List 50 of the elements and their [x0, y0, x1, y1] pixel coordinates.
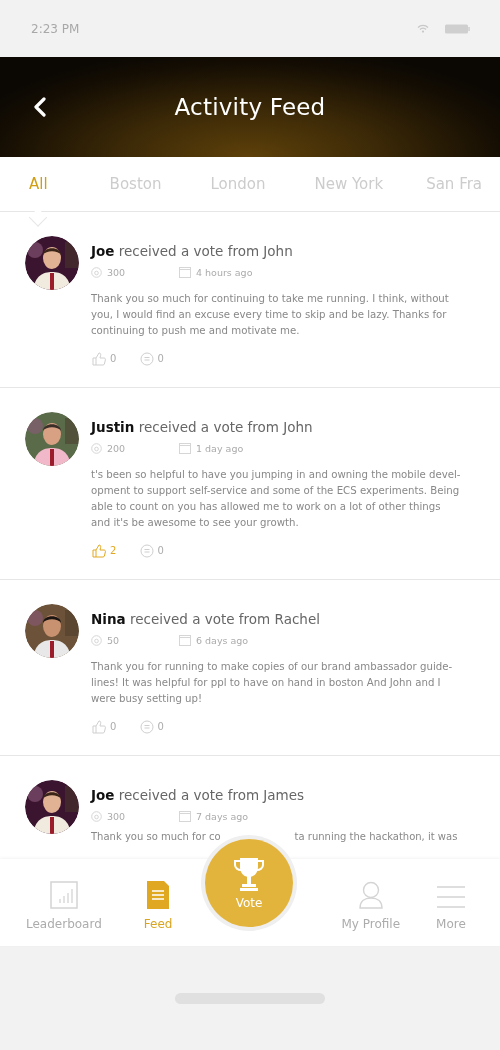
- post-headline: Joe received a vote from James: [91, 786, 306, 804]
- points-icon: [91, 266, 102, 278]
- nav-tab[interactable]: My Profile: [341, 879, 401, 931]
- post-time: 4 hours ago: [196, 266, 253, 278]
- comment-button[interactable]: 0: [140, 351, 164, 366]
- calendar-icon: [179, 634, 191, 646]
- post-headline: Joe received a vote from John: [91, 242, 294, 260]
- points-count: 300: [107, 266, 126, 278]
- person-icon: [358, 881, 383, 909]
- post-headline: Justin received a vote from John: [91, 418, 314, 436]
- back-icon[interactable]: [33, 97, 47, 117]
- document-icon: [147, 881, 170, 909]
- comment-icon: [140, 543, 155, 558]
- thumbs-up-icon: [91, 719, 107, 734]
- post-message: Thank you for running to make copies of our brand ambassador guide- lines! It was helpful for ppl to have on hand in boston And John and I were busy setting up!: [91, 660, 454, 706]
- post-time: 7 days ago: [196, 810, 249, 822]
- calendar-icon: [179, 266, 191, 278]
- post-time: 6 days ago: [196, 634, 249, 646]
- points-count: 200: [107, 442, 126, 454]
- calendar-icon: [179, 810, 191, 822]
- like-button[interactable]: 0: [91, 719, 117, 734]
- screen-title: Activity Feed: [174, 94, 326, 120]
- points-count: 300: [107, 810, 126, 822]
- points-icon: [91, 442, 102, 454]
- points-count: 50: [107, 634, 120, 646]
- comment-icon: [140, 351, 155, 366]
- comment-button[interactable]: 0: [140, 719, 164, 734]
- comment-button[interactable]: 0: [140, 543, 164, 558]
- thumbs-up-icon: [91, 351, 107, 366]
- nav-tab[interactable]: More: [436, 879, 466, 931]
- thumbs-up-icon: [91, 543, 107, 558]
- status-time: 2:23 PM: [31, 21, 80, 36]
- trophy-icon: [234, 856, 264, 893]
- like-button[interactable]: 2: [91, 543, 117, 558]
- bar-chart-icon: [49, 881, 78, 909]
- comment-icon: [140, 719, 155, 734]
- points-icon: [91, 634, 102, 646]
- like-button[interactable]: 0: [91, 351, 117, 366]
- post-headline: Nina received a vote from Rachel: [91, 610, 321, 628]
- menu-icon: [436, 885, 465, 909]
- post-message: ta running the hackathon, it was: [294, 830, 458, 844]
- post-message: Thank you so much for continuing to take me running. I think, without you, I would find an excuse every time to skip and be lazy. Thanks for continuing to push me and motivate me.: [91, 292, 450, 338]
- wifi-icon: [417, 24, 429, 33]
- calendar-icon: [179, 442, 191, 454]
- battery-icon: [445, 23, 470, 34]
- post-message: t's been so helpful to have you jumping in and owning the mobile devel- opment to support self-service and some of the ECS experiments. Being able to count on you has allowed me to work on a lot of other things and it's be awesome to see your growth.: [91, 468, 462, 530]
- post-time: 1 day ago: [196, 442, 244, 454]
- nav-tab[interactable]: Feed: [143, 879, 173, 931]
- nav-tab[interactable]: Leaderboard: [26, 879, 102, 931]
- points-icon: [91, 810, 102, 822]
